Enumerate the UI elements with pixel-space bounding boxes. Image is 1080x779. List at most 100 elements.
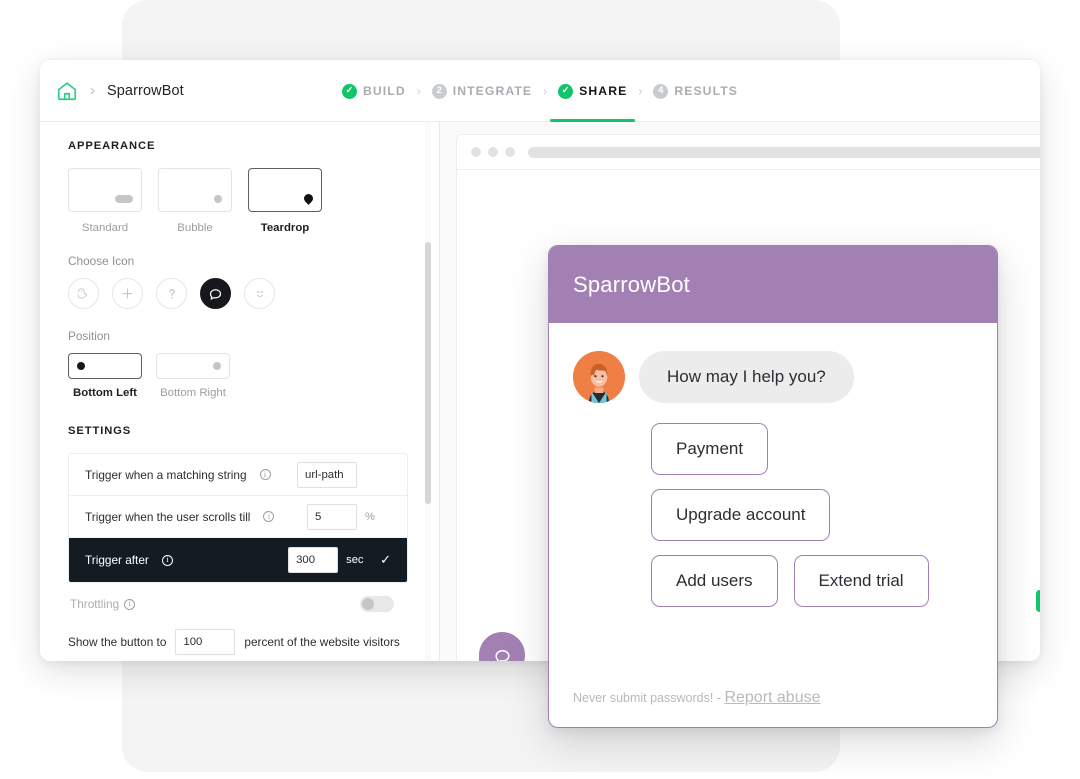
info-icon-scroll-till[interactable]: i xyxy=(263,511,275,522)
check-icon-share: ✓ xyxy=(558,83,574,99)
home-icon[interactable] xyxy=(56,80,78,102)
visitors-percent-row: Show the button to percent of the websit… xyxy=(68,629,439,655)
chat-bubble-icon[interactable] xyxy=(200,278,231,309)
theme-option-bubble[interactable]: Bubble xyxy=(158,168,232,234)
side-tab-indicator[interactable] xyxy=(1036,590,1040,612)
chat-widget-header: SparrowBot xyxy=(549,246,997,323)
quick-reply-row-1: Payment xyxy=(651,423,769,475)
step-build-label: BUILD xyxy=(362,84,406,98)
circle-shape-icon xyxy=(214,195,222,203)
visitors-prefix-label: Show the button to xyxy=(68,635,167,649)
theme-label-teardrop: Teardrop xyxy=(260,222,310,234)
bot-message-bubble: How may I help you? xyxy=(639,351,854,403)
browser-dot-1 xyxy=(471,147,481,157)
quick-reply-upgrade-account[interactable]: Upgrade account xyxy=(651,489,831,541)
setting-input-trigger-after[interactable] xyxy=(288,547,339,573)
breadcrumb-separator: › xyxy=(90,82,95,99)
sparrow-icon[interactable] xyxy=(68,278,99,309)
throttling-label: Throttling xyxy=(70,597,120,611)
toggle-knob xyxy=(362,598,374,610)
setting-row-trigger-after: Trigger after i sec ✓ xyxy=(69,538,407,582)
chevron-right-icon-1: › xyxy=(416,84,421,98)
report-abuse-link[interactable]: Report abuse xyxy=(724,689,820,706)
setting-label-scroll-till: Trigger when the user scrolls till xyxy=(85,509,251,524)
throttling-toggle[interactable] xyxy=(360,596,394,612)
browser-chrome-bar xyxy=(457,135,1040,169)
step-share[interactable]: ✓ SHARE xyxy=(550,60,636,122)
app-topbar: › SparrowBot ✓ BUILD › 2 INTEGRATE › ✓ S… xyxy=(40,60,1040,122)
position-option-bottom-right[interactable]: Bottom Right xyxy=(156,353,230,399)
position-preview-bottom-right xyxy=(156,353,230,379)
smiley-icon[interactable] xyxy=(244,278,275,309)
settings-pane: APPEARANCE Standard Bubble Teardrop Choo… xyxy=(40,122,440,661)
quick-reply-extend-trial[interactable]: Extend trial xyxy=(793,555,929,607)
setting-unit-scroll-till: % xyxy=(365,510,375,523)
step-number-badge-4: 4 xyxy=(653,83,669,99)
pill-shape-icon xyxy=(115,195,133,203)
theme-label-standard: Standard xyxy=(81,222,129,234)
plus-icon[interactable] xyxy=(112,278,143,309)
quick-reply-options: Payment Upgrade account Add users Extend… xyxy=(651,423,973,607)
theme-label-bubble: Bubble xyxy=(177,222,213,234)
teardrop-shape-icon xyxy=(302,192,315,205)
icon-options xyxy=(68,278,439,309)
dot-icon-right xyxy=(213,362,221,370)
setting-input-matching-string[interactable] xyxy=(297,461,357,488)
chat-footer-text: Never submit passwords! - xyxy=(573,691,725,705)
visitors-suffix-label: percent of the website visitors xyxy=(244,635,400,649)
chat-widget: SparrowBot How may I help you? Payment U… xyxy=(548,245,998,728)
chevron-right-icon-2: › xyxy=(543,84,548,98)
browser-dot-2 xyxy=(488,147,498,157)
setting-row-scroll-till: Trigger when the user scrolls till i % xyxy=(69,496,407,538)
chevron-right-icon-3: › xyxy=(638,84,643,98)
setting-label-matching-string: Trigger when a matching string xyxy=(85,467,247,482)
theme-preview-standard xyxy=(68,168,142,212)
scrollbar-thumb[interactable] xyxy=(425,242,431,504)
position-label: Position xyxy=(68,329,110,343)
quick-reply-add-users[interactable]: Add users xyxy=(651,555,778,607)
setting-unit-trigger-after: sec xyxy=(346,554,364,566)
info-icon-trigger-after[interactable]: i xyxy=(161,554,173,566)
appearance-section-title: APPEARANCE xyxy=(68,140,156,152)
settings-section-title: SETTINGS xyxy=(68,425,132,437)
bot-message-row: How may I help you? xyxy=(573,351,973,403)
dot-icon-left xyxy=(77,362,85,370)
position-option-bottom-left[interactable]: Bottom Left xyxy=(68,353,142,399)
visitors-percent-input[interactable] xyxy=(175,629,236,655)
info-icon-matching-string[interactable]: i xyxy=(259,469,271,480)
position-options: Bottom Left Bottom Right xyxy=(68,353,439,399)
theme-option-standard[interactable]: Standard xyxy=(68,168,142,234)
browser-address-bar[interactable] xyxy=(528,146,1040,158)
confirm-check-icon[interactable]: ✓ xyxy=(380,552,391,568)
setting-row-matching-string: Trigger when a matching string i xyxy=(69,454,407,496)
page-title: SparrowBot xyxy=(107,82,184,99)
breadcrumb: › SparrowBot xyxy=(40,80,184,102)
step-results[interactable]: 4 RESULTS xyxy=(653,60,738,122)
quick-reply-payment[interactable]: Payment xyxy=(651,423,769,475)
step-share-label: SHARE xyxy=(579,84,628,98)
setting-input-scroll-till[interactable] xyxy=(307,503,357,530)
agent-avatar xyxy=(573,351,625,403)
browser-dot-3 xyxy=(505,147,515,157)
check-icon: ✓ xyxy=(341,83,357,99)
chat-launcher-button[interactable] xyxy=(479,632,525,661)
step-integrate-label: INTEGRATE xyxy=(452,84,533,98)
setting-label-trigger-after: Trigger after xyxy=(85,553,149,567)
step-results-label: RESULTS xyxy=(674,84,739,98)
position-preview-bottom-left xyxy=(68,353,142,379)
chat-widget-footer: Never submit passwords! - Report abuse xyxy=(549,689,997,727)
chat-widget-title: SparrowBot xyxy=(573,271,690,297)
step-number-badge-2: 2 xyxy=(431,83,447,99)
theme-preview-teardrop xyxy=(248,168,322,212)
theme-options: Standard Bubble Teardrop xyxy=(68,168,439,234)
step-integrate[interactable]: 2 INTEGRATE xyxy=(431,60,533,122)
info-icon-throttling[interactable]: i xyxy=(124,598,136,610)
settings-section: SETTINGS Trigger when a matching string … xyxy=(68,425,439,655)
step-nav: ✓ BUILD › 2 INTEGRATE › ✓ SHARE › 4 RESU… xyxy=(40,60,1040,122)
position-label-bottom-right: Bottom Right xyxy=(160,387,226,399)
settings-card: Trigger when a matching string i Trigger… xyxy=(68,453,408,583)
question-icon[interactable] xyxy=(156,278,187,309)
step-build[interactable]: ✓ BUILD xyxy=(341,60,406,122)
theme-option-teardrop[interactable]: Teardrop xyxy=(248,168,322,234)
theme-preview-bubble xyxy=(158,168,232,212)
